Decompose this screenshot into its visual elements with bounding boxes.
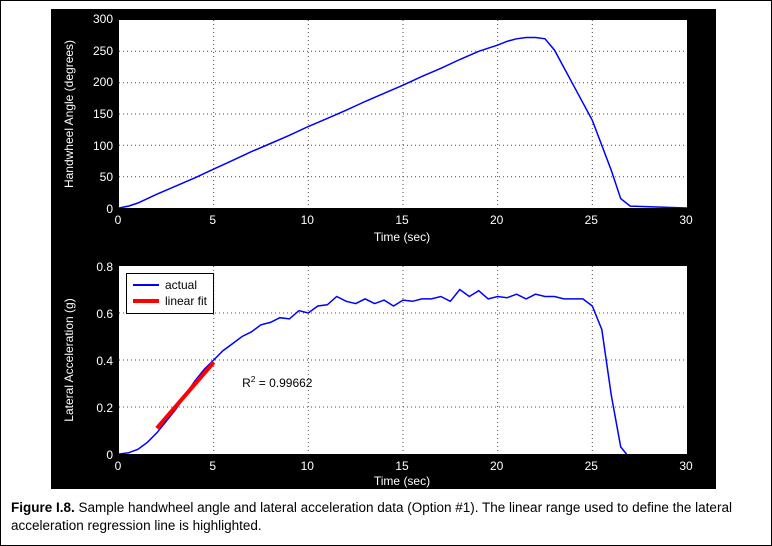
caption-text: Sample handwheel angle and lateral accel… bbox=[11, 500, 732, 533]
bot-xlabel: Time (sec) bbox=[374, 474, 430, 488]
bot-xtick-3: 15 bbox=[395, 459, 408, 473]
bot-ytick-4: 0.8 bbox=[83, 260, 113, 274]
bot-xtick-5: 25 bbox=[585, 459, 598, 473]
top-xtick-6: 30 bbox=[679, 213, 692, 227]
bot-ytick-1: 0.2 bbox=[83, 401, 113, 415]
top-xtick-1: 5 bbox=[209, 213, 216, 227]
top-xtick-5: 25 bbox=[585, 213, 598, 227]
bot-xtick-2: 10 bbox=[301, 459, 314, 473]
bot-xtick-4: 20 bbox=[490, 459, 503, 473]
legend-entry-actual: actual bbox=[133, 277, 207, 293]
bot-xtick-0: 0 bbox=[115, 459, 122, 473]
legend-label-linearfit: linear fit bbox=[165, 294, 207, 308]
top-ytick-0: 0 bbox=[83, 202, 113, 216]
top-xtick-3: 15 bbox=[395, 213, 408, 227]
top-chart-panel bbox=[118, 19, 688, 209]
top-ytick-2: 100 bbox=[83, 139, 113, 153]
top-xtick-2: 10 bbox=[301, 213, 314, 227]
bottom-chart-panel: actual linear fit R2 = 0.99662 bbox=[118, 265, 688, 455]
legend-swatch-actual bbox=[133, 284, 159, 286]
bot-ylabel: Lateral Acceleration (g) bbox=[62, 298, 76, 421]
legend-entry-linearfit: linear fit bbox=[133, 293, 207, 309]
figure-caption: Figure I.8. Sample handwheel angle and l… bbox=[11, 499, 763, 535]
legend-label-actual: actual bbox=[165, 278, 197, 292]
legend-swatch-linearfit bbox=[133, 299, 159, 303]
top-ytick-6: 300 bbox=[83, 12, 113, 26]
top-xtick-4: 20 bbox=[490, 213, 503, 227]
plots-black-background: 0 50 100 150 200 250 300 0 5 10 15 20 25… bbox=[51, 9, 716, 489]
top-xtick-0: 0 bbox=[115, 213, 122, 227]
r-squared-annotation: R2 = 0.99662 bbox=[242, 374, 312, 390]
bot-ytick-3: 0.6 bbox=[83, 307, 113, 321]
top-chart-svg bbox=[119, 20, 687, 208]
top-ytick-3: 150 bbox=[83, 107, 113, 121]
bot-xtick-6: 30 bbox=[679, 459, 692, 473]
bot-ytick-0: 0 bbox=[83, 448, 113, 462]
figure-frame: 0 50 100 150 200 250 300 0 5 10 15 20 25… bbox=[0, 0, 772, 546]
top-ytick-5: 250 bbox=[83, 44, 113, 58]
top-ylabel: Handwheel Angle (degrees) bbox=[62, 40, 76, 188]
top-ytick-4: 200 bbox=[83, 75, 113, 89]
bot-ytick-2: 0.4 bbox=[83, 354, 113, 368]
bot-xtick-1: 5 bbox=[209, 459, 216, 473]
legend-box: actual linear fit bbox=[126, 273, 214, 314]
top-ytick-1: 50 bbox=[83, 170, 113, 184]
caption-label: Figure I.8. bbox=[11, 500, 75, 515]
top-xlabel: Time (sec) bbox=[374, 230, 430, 244]
